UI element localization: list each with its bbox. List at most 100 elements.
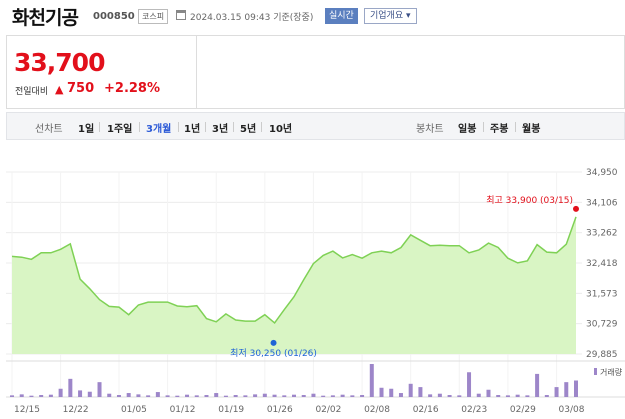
volume-bar bbox=[350, 395, 355, 397]
volume-bar bbox=[243, 395, 248, 397]
volume-bar bbox=[262, 393, 267, 397]
volume-bar bbox=[544, 395, 549, 397]
volume-bar bbox=[554, 387, 559, 397]
volume-bar bbox=[194, 395, 199, 397]
update-datetime: 2024.03.15 09:43 기준(장중) bbox=[190, 13, 314, 23]
volume-bar bbox=[535, 373, 540, 397]
period-toolbar: 선차트 1일 1주일 3개월 1년 3년 5년 10년 봉차트 일봉 주봉 월봉 bbox=[6, 112, 625, 140]
price-change-percent: +2.28% bbox=[104, 81, 160, 96]
volume-bar bbox=[369, 364, 374, 397]
price-chart[interactable]: 34,950 34,106 33,262 32,418 31,573 30,729 29,8… bbox=[6, 160, 625, 419]
candle-chart-label: 봉차트 bbox=[416, 124, 444, 135]
volume-bar bbox=[107, 393, 112, 397]
stock-code: 000850 bbox=[93, 11, 135, 22]
volume-legend: 거래량 bbox=[600, 367, 623, 377]
period-10y[interactable]: 10년 bbox=[269, 120, 292, 135]
price-side-panel bbox=[196, 35, 625, 109]
x-tick-label: 01/26 bbox=[267, 405, 293, 415]
realtime-button[interactable]: 실시간 bbox=[325, 8, 358, 24]
x-tick-label: 01/19 bbox=[218, 405, 244, 415]
volume-bar bbox=[146, 395, 151, 397]
volume-bar bbox=[408, 383, 413, 397]
x-tick-label: 01/12 bbox=[170, 405, 196, 415]
change-label: 전일대비 bbox=[15, 87, 49, 97]
volume-bar bbox=[233, 395, 238, 397]
volume-bar bbox=[321, 395, 326, 397]
x-tick-label: 02/23 bbox=[461, 405, 487, 415]
volume-bar bbox=[505, 395, 510, 397]
volume-bar bbox=[301, 395, 306, 397]
volume-bar bbox=[272, 394, 277, 397]
x-tick-label: 02/02 bbox=[315, 405, 341, 415]
y-tick-label: 34,950 bbox=[586, 168, 618, 178]
x-tick-label: 12/15 bbox=[14, 405, 40, 415]
y-tick-label: 31,573 bbox=[586, 289, 618, 299]
volume-bar bbox=[486, 389, 491, 397]
volume-bar bbox=[39, 395, 44, 397]
volume-bar bbox=[204, 395, 209, 397]
volume-bar bbox=[360, 395, 365, 397]
volume-bar bbox=[525, 395, 530, 397]
candle-monthly[interactable]: 월봉 bbox=[522, 120, 540, 135]
volume-bar bbox=[185, 394, 190, 397]
volume-bar bbox=[116, 395, 121, 397]
volume-bar bbox=[457, 395, 462, 397]
price-chart-svg: 34,950 34,106 33,262 32,418 31,573 30,729 29,8… bbox=[6, 168, 625, 415]
volume-bar bbox=[282, 395, 287, 397]
period-1y[interactable]: 1년 bbox=[184, 120, 200, 135]
volume-bar bbox=[340, 394, 345, 397]
volume-bar bbox=[467, 372, 472, 397]
line-chart-label: 선차트 bbox=[35, 124, 63, 135]
period-3m[interactable]: 3개월 bbox=[146, 120, 171, 135]
volume-bar bbox=[136, 394, 141, 397]
price-change: 750 bbox=[67, 81, 95, 96]
volume-bar bbox=[437, 393, 442, 397]
candle-daily[interactable]: 일봉 bbox=[458, 120, 476, 135]
up-arrow-icon: ▲ bbox=[55, 83, 64, 96]
volume-bar bbox=[214, 393, 219, 397]
company-info-dropdown[interactable]: 기업개요 ▾ bbox=[364, 8, 417, 24]
calendar-icon bbox=[176, 10, 186, 20]
volume-bar bbox=[68, 378, 73, 397]
candle-weekly[interactable]: 주봉 bbox=[490, 120, 508, 135]
period-1d[interactable]: 1일 bbox=[78, 120, 94, 135]
market-badge: 코스피 bbox=[138, 9, 169, 24]
y-tick-label: 33,262 bbox=[586, 229, 618, 239]
volume-bar bbox=[253, 394, 258, 397]
volume-bar bbox=[311, 393, 316, 397]
x-tick-label: 02/29 bbox=[510, 405, 536, 415]
y-tick-label: 30,729 bbox=[586, 320, 618, 330]
low-marker bbox=[270, 339, 277, 346]
low-label: 최저 30,250 (01/26) bbox=[230, 348, 317, 359]
volume-bar bbox=[330, 395, 335, 397]
volume-bar bbox=[564, 382, 569, 397]
volume-bar bbox=[97, 382, 102, 397]
volume-bar bbox=[389, 388, 394, 397]
high-marker bbox=[573, 205, 579, 212]
volume-bar bbox=[223, 395, 228, 397]
x-tick-label: 02/16 bbox=[413, 405, 439, 415]
volume-bar bbox=[165, 395, 170, 397]
volume-bar bbox=[398, 393, 403, 397]
volume-bar bbox=[496, 395, 501, 397]
period-1w[interactable]: 1주일 bbox=[107, 120, 132, 135]
x-tick-label: 12/22 bbox=[63, 405, 89, 415]
x-tick-label: 02/08 bbox=[364, 405, 390, 415]
y-tick-label: 34,106 bbox=[586, 198, 618, 208]
volume-bar bbox=[87, 391, 92, 397]
stock-name: 화천기공 bbox=[12, 7, 79, 29]
period-5y[interactable]: 5년 bbox=[240, 120, 256, 135]
volume-bar bbox=[379, 387, 384, 397]
volume-bar bbox=[292, 394, 296, 397]
volume-bar bbox=[175, 395, 180, 397]
price-area bbox=[12, 216, 576, 354]
volume-bar bbox=[126, 393, 131, 397]
volume-bar bbox=[418, 387, 423, 397]
period-3y[interactable]: 3년 bbox=[212, 120, 228, 135]
x-tick-label: 03/08 bbox=[559, 405, 585, 415]
volume-bar bbox=[515, 394, 520, 397]
stock-header: 화천기공 000850 코스피 2024.03.15 09:43 기준(장중) … bbox=[0, 0, 625, 34]
volume-legend-swatch bbox=[594, 368, 597, 375]
volume-bar bbox=[10, 395, 14, 397]
volume-bar bbox=[447, 395, 452, 397]
